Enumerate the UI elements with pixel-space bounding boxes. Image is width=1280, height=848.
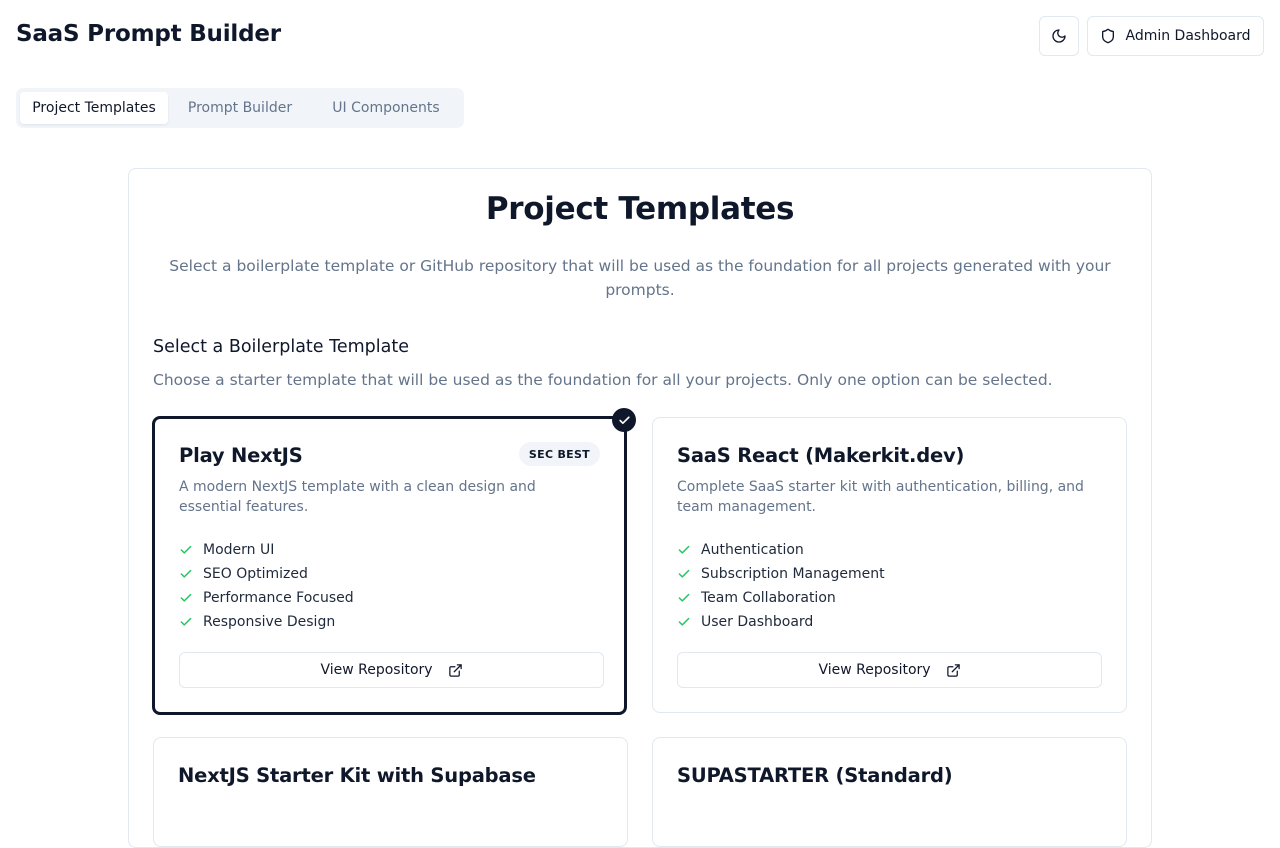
external-link-icon [946, 663, 960, 677]
admin-dashboard-label: Admin Dashboard [1125, 28, 1251, 44]
view-repository-button[interactable]: View Repository [179, 652, 604, 688]
feature-label: User Dashboard [701, 614, 814, 630]
template-features: Authentication Subscription Management T… [677, 538, 885, 634]
top-bar: SaaS Prompt Builder Admin Dashboard [0, 0, 1280, 72]
feature-label: Performance Focused [203, 590, 354, 606]
template-features: Modern UI SEO Optimized Performance Focu… [179, 538, 354, 634]
app-title: SaaS Prompt Builder [16, 21, 281, 47]
feature-item: Modern UI [179, 538, 354, 562]
admin-dashboard-button[interactable]: Admin Dashboard [1087, 16, 1264, 56]
template-card-nextjs-supabase[interactable]: NextJS Starter Kit with Supabase [153, 737, 628, 847]
template-card-saas-react[interactable]: SaaS React (Makerkit.dev) Complete SaaS … [652, 417, 1127, 713]
template-description: Complete SaaS starter kit with authentic… [677, 479, 1084, 515]
feature-item: Performance Focused [179, 586, 354, 610]
section-title: Select a Boilerplate Template [153, 337, 409, 357]
template-name: SUPASTARTER (Standard) [677, 764, 953, 787]
feature-label: Team Collaboration [701, 590, 836, 606]
feature-item: Authentication [677, 538, 885, 562]
external-link-icon [448, 663, 462, 677]
view-repository-label: View Repository [818, 662, 931, 678]
main-tabs: Project Templates Prompt Builder UI Comp… [16, 88, 464, 128]
panel-title: Project Templates [485, 191, 795, 227]
check-icon [678, 617, 690, 626]
section-description: Choose a starter template that will be u… [153, 371, 1053, 389]
moon-icon [1052, 29, 1066, 43]
template-name: SaaS React (Makerkit.dev) [677, 444, 965, 467]
tab-project-templates[interactable]: Project Templates [20, 92, 168, 124]
tab-ui-components[interactable]: UI Components [312, 92, 460, 124]
template-name: Play NextJS [179, 444, 303, 467]
feature-item: SEO Optimized [179, 562, 354, 586]
selected-check-icon [612, 408, 636, 432]
feature-item: Team Collaboration [677, 586, 885, 610]
feature-item: User Dashboard [677, 610, 885, 634]
check-icon [180, 593, 192, 602]
template-badge: SEC BEST [518, 442, 600, 466]
feature-item: Subscription Management [677, 562, 885, 586]
template-card-play-nextjs[interactable]: Play NextJS SEC BEST A modern NextJS tem… [152, 416, 627, 715]
view-repository-button[interactable]: View Repository [677, 652, 1102, 688]
template-description: A modern NextJS template with a clean de… [179, 479, 536, 515]
check-icon [180, 569, 192, 578]
check-icon [678, 545, 690, 554]
project-templates-panel: Project Templates Select a boilerplate t… [128, 168, 1152, 848]
feature-label: Responsive Design [203, 614, 336, 630]
feature-label: SEO Optimized [203, 566, 308, 582]
panel-description: Select a boilerplate template or GitHub … [169, 257, 1111, 299]
template-name: NextJS Starter Kit with Supabase [178, 764, 536, 787]
feature-label: Subscription Management [701, 566, 885, 582]
shield-icon [1102, 28, 1115, 44]
check-icon [678, 593, 690, 602]
view-repository-label: View Repository [320, 662, 433, 678]
check-icon [180, 545, 192, 554]
tab-prompt-builder[interactable]: Prompt Builder [168, 92, 312, 124]
check-icon [678, 569, 690, 578]
template-card-supastarter[interactable]: SUPASTARTER (Standard) [652, 737, 1127, 847]
feature-item: Responsive Design [179, 610, 354, 634]
feature-label: Authentication [701, 542, 804, 558]
check-icon [180, 617, 192, 626]
feature-label: Modern UI [203, 542, 275, 558]
theme-toggle-button[interactable] [1039, 16, 1079, 56]
